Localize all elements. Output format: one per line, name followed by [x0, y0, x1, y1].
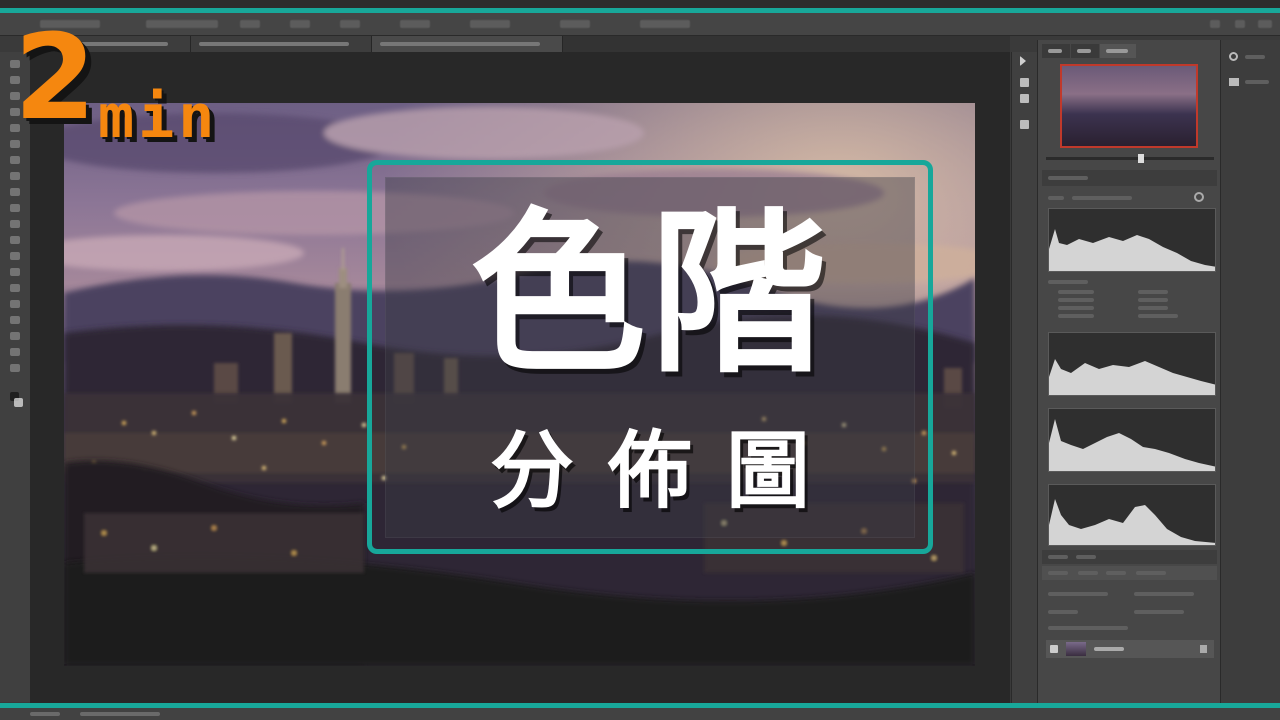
menu-bar[interactable] — [0, 0, 1280, 8]
zoom-slider[interactable] — [1046, 154, 1214, 163]
histogram-panel-header[interactable] — [1042, 170, 1217, 186]
video-subtitle: 分佈圖 — [489, 422, 844, 520]
duration-unit: min — [98, 82, 219, 152]
history-brush-tool-icon[interactable] — [10, 204, 20, 212]
layers-tab[interactable] — [1048, 555, 1068, 559]
teal-top-border — [0, 8, 1280, 13]
duration-number: 2 — [14, 8, 96, 146]
options-item[interactable] — [240, 20, 260, 28]
learn-icon[interactable] — [1229, 52, 1238, 61]
document-info — [80, 712, 160, 716]
panels-column — [1037, 40, 1221, 703]
histogram-composite — [1048, 208, 1216, 272]
document-tab-bar — [30, 36, 1010, 52]
healing-tool-icon[interactable] — [10, 156, 20, 164]
search-icon[interactable] — [1210, 20, 1220, 28]
brush-tool-icon[interactable] — [10, 172, 20, 180]
teal-bottom-border — [0, 703, 1280, 708]
zoom-tool-icon[interactable] — [10, 364, 20, 372]
options-item[interactable] — [640, 20, 690, 28]
background-color-icon[interactable] — [14, 398, 23, 407]
visibility-eye-icon[interactable] — [1050, 645, 1058, 653]
tools-panel — [0, 52, 31, 702]
options-item[interactable] — [560, 20, 590, 28]
layers-subtabs — [1042, 566, 1217, 580]
adjust-icon[interactable] — [1020, 78, 1029, 87]
hand-tool-icon[interactable] — [10, 348, 20, 356]
layer-thumbnail — [1066, 642, 1086, 656]
stamp-tool-icon[interactable] — [10, 188, 20, 196]
blur-tool-icon[interactable] — [10, 252, 20, 260]
path-select-tool-icon[interactable] — [10, 316, 20, 324]
document-tab[interactable] — [191, 36, 372, 52]
play-action-icon[interactable] — [1020, 56, 1026, 66]
video-title: 色階 — [469, 192, 830, 397]
options-item[interactable] — [146, 20, 218, 28]
channels-tab[interactable] — [1076, 555, 1096, 559]
histogram-red-channel — [1048, 332, 1216, 396]
options-item[interactable] — [340, 20, 360, 28]
zoom-level[interactable] — [30, 712, 60, 716]
adjust-icon[interactable] — [1020, 94, 1029, 103]
status-bar — [0, 708, 1280, 720]
share-icon[interactable] — [1258, 20, 1272, 28]
layer-name — [1094, 647, 1124, 651]
panel-tab[interactable] — [1042, 44, 1070, 58]
zoom-slider-handle[interactable] — [1138, 154, 1144, 163]
gradient-tool-icon[interactable] — [10, 236, 20, 244]
collapsed-panels — [1220, 40, 1280, 703]
options-bar[interactable] — [0, 13, 1280, 36]
panel-tab[interactable] — [1071, 44, 1099, 58]
shape-tool-icon[interactable] — [10, 332, 20, 340]
libraries-icon[interactable] — [1229, 78, 1239, 86]
eraser-tool-icon[interactable] — [10, 220, 20, 228]
options-item[interactable] — [470, 20, 510, 28]
layers-panel-tabs — [1042, 550, 1217, 564]
options-item[interactable] — [290, 20, 310, 28]
pen-tool-icon[interactable] — [10, 284, 20, 292]
refresh-icon[interactable] — [1194, 192, 1204, 202]
histogram-blue-channel — [1048, 484, 1216, 546]
document-tab-active[interactable] — [372, 36, 563, 52]
layer-row[interactable] — [1046, 640, 1214, 658]
navigator-tab[interactable] — [1100, 44, 1136, 58]
panel-dock — [1011, 52, 1037, 703]
lock-icon — [1200, 645, 1207, 653]
histogram-green-channel — [1048, 408, 1216, 472]
navigator-thumbnail[interactable] — [1060, 64, 1198, 148]
type-tool-icon[interactable] — [10, 300, 20, 308]
dodge-tool-icon[interactable] — [10, 268, 20, 276]
properties-icon[interactable] — [1020, 120, 1029, 129]
options-item[interactable] — [400, 20, 430, 28]
workspace-icon[interactable] — [1235, 20, 1245, 28]
